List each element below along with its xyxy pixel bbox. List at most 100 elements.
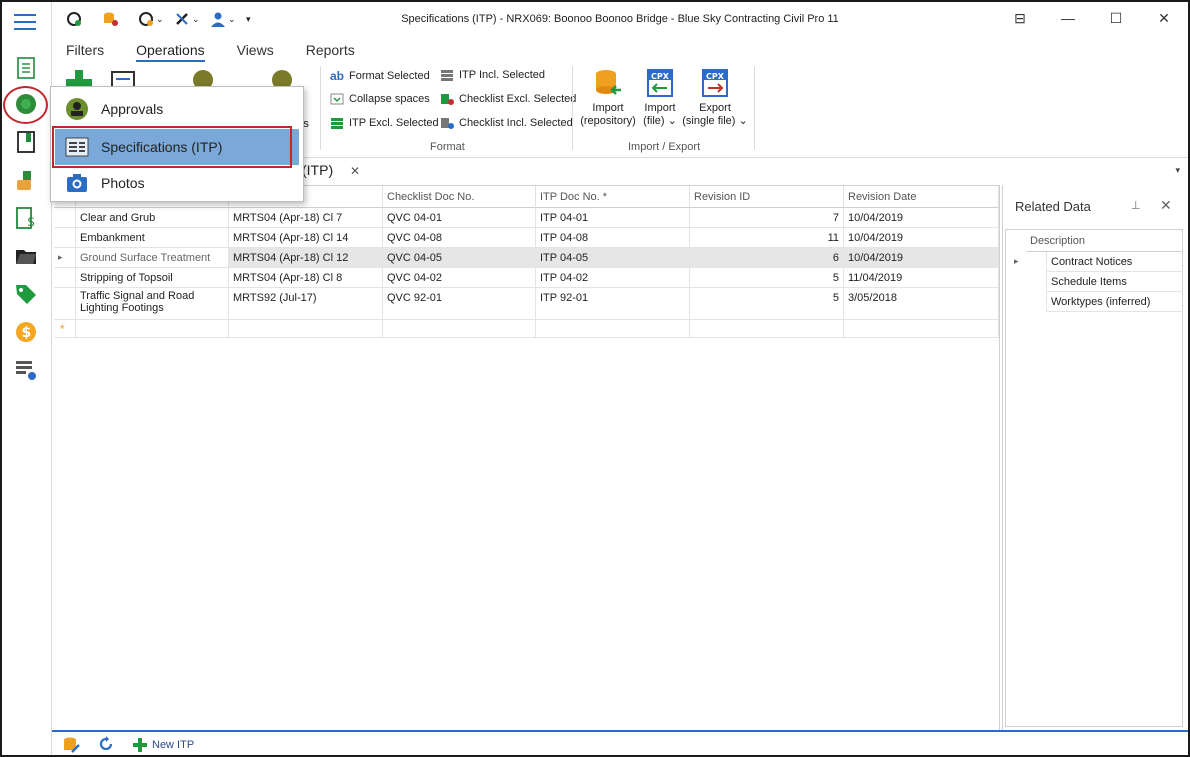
row-indicator[interactable]	[54, 228, 76, 248]
row-indicator[interactable]	[54, 288, 76, 320]
grid-cell-r0-c5[interactable]: 10/04/2019	[844, 208, 999, 228]
grid-cell-r2-c4[interactable]: 6	[690, 248, 844, 268]
hamburger-menu-icon[interactable]	[14, 14, 36, 30]
grid-cell-r1-c4[interactable]: 11	[690, 228, 844, 248]
new-row-cell[interactable]	[229, 320, 383, 338]
tag-icon[interactable]	[14, 282, 38, 306]
format-selected-button[interactable]: ab Format Selected	[330, 69, 430, 83]
new-row-marker-icon[interactable]: *	[54, 320, 76, 338]
camera-icon	[67, 174, 87, 192]
tab-filters[interactable]: Filters	[66, 42, 104, 62]
restore-layout-icon[interactable]: ⊟	[996, 2, 1044, 34]
collapse-icon	[330, 93, 344, 105]
table-settings-icon[interactable]	[14, 358, 38, 382]
grid-cell-r2-c1[interactable]: MRTS04 (Apr-18) Cl 12	[229, 248, 383, 268]
tab-reports[interactable]: Reports	[306, 42, 355, 62]
itp-incl-label: ITP Incl. Selected	[459, 69, 546, 81]
related-item-schedule-items[interactable]: Schedule Items	[1046, 272, 1183, 292]
grid-cell-r3-c2[interactable]: QVC 04-02	[383, 268, 536, 288]
pin-icon[interactable]: ⊥	[1131, 199, 1141, 212]
new-itp-label: New ITP	[152, 739, 195, 751]
menu-item-photos-label: Photos	[101, 175, 145, 191]
grid-header-5[interactable]: Revision Date	[844, 186, 999, 208]
grid-cell-r3-c5[interactable]: 11/04/2019	[844, 268, 999, 288]
related-column-header[interactable]: Description	[1026, 230, 1182, 252]
grid-cell-r4-c2[interactable]: QVC 92-01	[383, 288, 536, 320]
grid-cell-r4-c4[interactable]: 5	[690, 288, 844, 320]
grid-cell-r3-c4[interactable]: 5	[690, 268, 844, 288]
grid-cell-r3-c3[interactable]: ITP 04-02	[536, 268, 690, 288]
grid-cell-r0-c3[interactable]: ITP 04-01	[536, 208, 690, 228]
related-item-contract-notices[interactable]: Contract Notices	[1046, 252, 1183, 272]
grid-cell-r0-c4[interactable]: 7	[690, 208, 844, 228]
grid-cell-r3-c1[interactable]: MRTS04 (Apr-18) Cl 8	[229, 268, 383, 288]
import-repository-label-1: Import	[592, 102, 624, 114]
checklist-incl-button[interactable]: Checklist Incl. Selected	[440, 117, 573, 129]
grid-cell-r2-c2[interactable]: QVC 04-05	[383, 248, 536, 268]
grid-cell-r1-c0[interactable]: Embankment	[76, 228, 229, 248]
menu-item-photos[interactable]: Photos	[55, 165, 299, 201]
app-window: $ $ ⌄ ⌄ ⌄ ▾ Specifications (ITP) - NRX06…	[0, 0, 1190, 757]
related-close-icon[interactable]: ✕	[1160, 197, 1172, 214]
grid-cell-r1-c2[interactable]: QVC 04-08	[383, 228, 536, 248]
refresh-icon[interactable]	[98, 736, 114, 752]
menu-item-approvals[interactable]: Approvals	[55, 91, 299, 127]
checklist-excl-button[interactable]: Checklist Excl. Selected	[440, 93, 576, 105]
grid-cell-r2-c0[interactable]: Ground Surface Treatment	[76, 248, 229, 268]
grid-header-4[interactable]: Revision ID	[690, 186, 844, 208]
grid-cell-r0-c0[interactable]: Clear and Grub	[76, 208, 229, 228]
document-tab[interactable]: (ITP)	[302, 162, 333, 178]
new-row-cell[interactable]	[76, 320, 229, 338]
database-edit-icon[interactable]	[62, 736, 80, 754]
itp-excl-button[interactable]: ITP Excl. Selected	[330, 117, 439, 129]
import-repository-button[interactable]: Import (repository)	[580, 68, 636, 128]
folder-open-icon[interactable]	[14, 244, 38, 268]
grid-cell-r2-c5[interactable]: 10/04/2019	[844, 248, 999, 268]
checklist-icon[interactable]	[14, 56, 38, 80]
ribbon-tabs: Filters Operations Views Reports	[66, 42, 355, 62]
hand-money-icon[interactable]	[14, 168, 38, 192]
checklist-excl-icon	[441, 94, 454, 105]
collapse-spaces-button[interactable]: Collapse spaces	[330, 93, 430, 105]
document-tab-close-icon[interactable]: ✕	[350, 164, 360, 178]
maximize-button[interactable]: ☐	[1092, 2, 1140, 34]
grid-cell-r0-c2[interactable]: QVC 04-01	[383, 208, 536, 228]
dollar-coin-icon[interactable]: $	[14, 320, 38, 344]
grid-cell-r2-c3[interactable]: ITP 04-05	[536, 248, 690, 268]
row-indicator[interactable]	[54, 208, 76, 228]
grid-cell-r1-c5[interactable]: 10/04/2019	[844, 228, 999, 248]
tab-views[interactable]: Views	[237, 42, 274, 62]
row-indicator[interactable]: ▸	[54, 248, 76, 268]
grid-cell-r1-c3[interactable]: ITP 04-08	[536, 228, 690, 248]
export-file-button[interactable]: CPX Export (single file) ⌄	[682, 68, 748, 128]
grid-cell-r4-c5[interactable]: 3/05/2018	[844, 288, 999, 320]
related-item-worktypes[interactable]: Worktypes (inferred)	[1046, 292, 1183, 312]
menu-item-approvals-label: Approvals	[101, 101, 164, 117]
window-controls: ⊟ — ☐ ✕	[996, 2, 1188, 34]
import-file-button[interactable]: CPX Import (file) ⌄	[638, 68, 682, 128]
new-row-cell[interactable]	[383, 320, 536, 338]
grid-cell-r4-c1[interactable]: MRTS92 (Jul-17)	[229, 288, 383, 320]
related-expander-icon[interactable]: ▸	[1014, 256, 1019, 267]
grid-header-2[interactable]: Checklist Doc No.	[383, 186, 536, 208]
tab-operations[interactable]: Operations	[136, 42, 205, 62]
tab-list-arrow-icon[interactable]: ▾	[1175, 165, 1180, 176]
itp-incl-button[interactable]: ITP Incl. Selected	[440, 69, 545, 81]
grid-cell-r3-c0[interactable]: Stripping of Topsoil	[76, 268, 229, 288]
invoice-dollar-icon[interactable]: $	[14, 206, 38, 230]
new-row-cell[interactable]	[844, 320, 999, 338]
new-row-cell[interactable]	[690, 320, 844, 338]
grid-cell-r4-c3[interactable]: ITP 92-01	[536, 288, 690, 320]
row-indicator[interactable]	[54, 268, 76, 288]
grid-header-3[interactable]: ITP Doc No. *	[536, 186, 690, 208]
close-button[interactable]: ✕	[1140, 2, 1188, 34]
grid-cell-r1-c1[interactable]: MRTS04 (Apr-18) Cl 14	[229, 228, 383, 248]
notebook-icon[interactable]	[14, 130, 38, 154]
new-row-cell[interactable]	[536, 320, 690, 338]
grid-cell-r4-c0[interactable]: Traffic Signal and Road Lighting Footing…	[76, 288, 229, 320]
new-itp-button[interactable]: New ITP	[132, 737, 194, 753]
import-file-label-1: Import	[644, 102, 676, 114]
minimize-button[interactable]: —	[1044, 2, 1092, 34]
grid-cell-r0-c1[interactable]: MRTS04 (Apr-18) Cl 7	[229, 208, 383, 228]
cpx-import-icon: CPX	[647, 69, 673, 97]
